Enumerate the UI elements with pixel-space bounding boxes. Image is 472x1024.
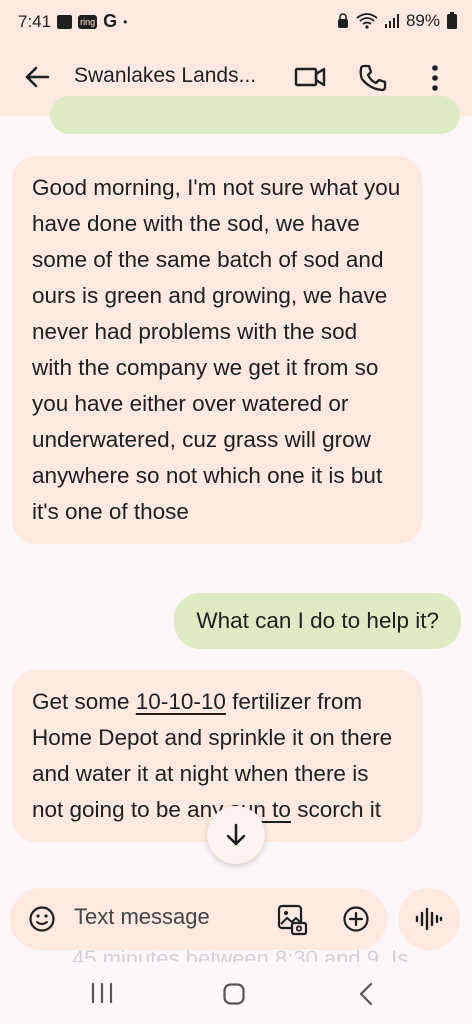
message-text: What can I do to help it?	[196, 608, 439, 633]
battery-icon	[447, 12, 457, 29]
status-left: 7:41 ring G •	[18, 11, 127, 32]
status-time: 7:41	[18, 11, 52, 31]
system-navigation-bar	[0, 962, 472, 1024]
lock-icon	[337, 13, 348, 28]
voice-icon	[415, 907, 443, 931]
emoji-icon[interactable]	[28, 905, 56, 933]
more-notifications-dot: •	[123, 14, 128, 29]
more-vert-icon[interactable]	[420, 62, 450, 94]
status-bar: 7:41 ring G • 89%	[0, 0, 472, 44]
incoming-message-bubble[interactable]: Good morning, I'm not sure what you have…	[12, 156, 422, 544]
arrow-down-icon	[226, 823, 246, 846]
status-right: 89%	[336, 11, 458, 31]
message-text-part: scorch it	[290, 797, 381, 822]
fertilizer-link[interactable]: 10-10-10	[136, 689, 226, 714]
conversation-title[interactable]: Swanlakes Lands...	[74, 64, 256, 88]
message-text: Good morning, I'm not sure what you have…	[32, 175, 401, 524]
gallery-notification-icon	[57, 14, 73, 29]
ring-notification-icon: ring	[78, 14, 98, 29]
battery-level: 89%	[405, 11, 440, 30]
recents-icon[interactable]	[90, 982, 114, 1004]
text-message-input[interactable]: Text message	[74, 904, 210, 930]
signal-icon	[384, 14, 399, 28]
phone-icon[interactable]	[357, 62, 389, 94]
nav-back-icon[interactable]	[356, 982, 376, 1006]
add-icon[interactable]	[342, 905, 370, 933]
message-text-part: Get some	[32, 689, 136, 714]
voice-message-button[interactable]	[398, 888, 460, 950]
gallery-icon[interactable]	[276, 902, 308, 936]
video-call-icon[interactable]	[293, 62, 327, 92]
wifi-icon	[356, 13, 378, 29]
screen: 7:41 ring G • 89% Swanlakes Lands... Goo…	[0, 0, 472, 1024]
arrow-back-icon[interactable]	[22, 62, 52, 92]
home-icon[interactable]	[222, 982, 246, 1006]
scroll-to-bottom-button[interactable]	[207, 806, 265, 864]
previous-outgoing-bubble[interactable]	[50, 96, 460, 134]
outgoing-message-bubble[interactable]: What can I do to help it?	[174, 593, 461, 649]
message-composer[interactable]: Text message	[10, 888, 387, 950]
google-notification-icon: G	[103, 11, 118, 31]
